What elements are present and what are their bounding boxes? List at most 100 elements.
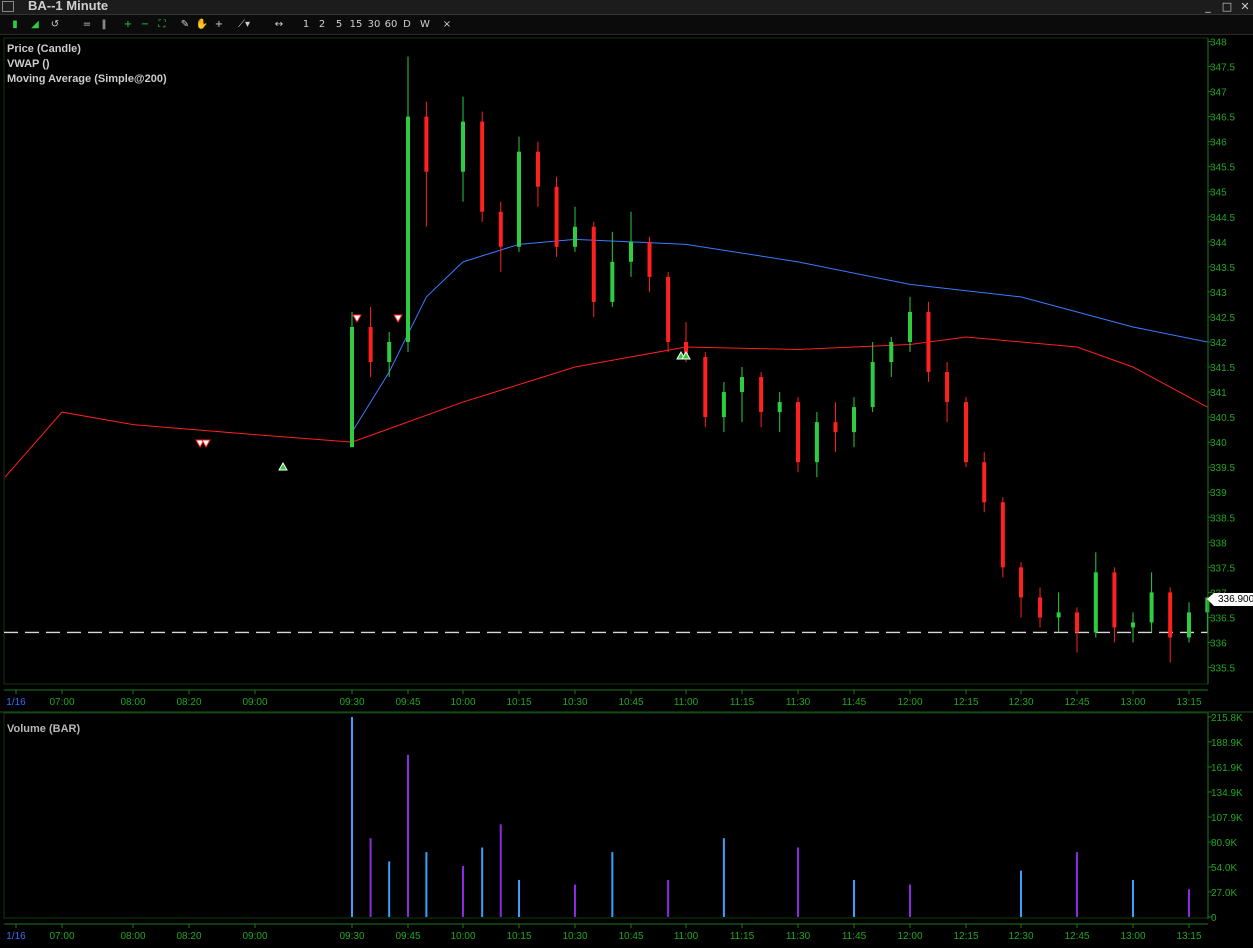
candle-body	[517, 151, 521, 247]
volume-xaxis-tick-label: 13:00	[1120, 931, 1145, 942]
volume-ytick-label: 134.9K	[1211, 788, 1243, 799]
candle-body	[1131, 622, 1135, 628]
volume-bar	[853, 879, 855, 917]
chart-canvas[interactable]: 348 347.5 347 346.5 346 345.5 345 344.5 344 343.5…	[0, 0, 1253, 948]
candle-body	[1149, 592, 1154, 623]
candle-body	[1187, 612, 1191, 638]
price-ytick-label: 341	[1210, 388, 1227, 399]
candle-body	[461, 121, 465, 172]
volume-xaxis-tick-label: 10:15	[506, 931, 531, 942]
price-ytick-label: 346.5	[1210, 113, 1235, 124]
volume-xaxis-tick-label: 12:30	[1008, 931, 1033, 942]
volume-ytick-label: 80.9K	[1211, 838, 1237, 849]
volume-xaxis-tick-label: 11:30	[786, 931, 811, 942]
candle-body	[424, 116, 429, 172]
candle-body	[610, 261, 615, 302]
candle-body	[1093, 572, 1098, 633]
candle-body	[1168, 592, 1173, 638]
candle-body	[740, 377, 744, 393]
price-ytick-label: 340	[1210, 438, 1227, 449]
volume-xaxis-tick-label: 13:15	[1176, 931, 1201, 942]
price-ytick-label: 344	[1210, 238, 1227, 249]
volume-xaxis-tick-label: 11:15	[730, 931, 755, 942]
volume-xaxis-tick-label: 08:20	[176, 931, 201, 942]
price-ytick-label: 344.5	[1210, 213, 1235, 224]
candle-body	[387, 341, 392, 363]
candle-body	[666, 276, 671, 342]
candle-body	[629, 241, 633, 262]
volume-bar	[425, 852, 428, 917]
candle-body	[759, 377, 764, 413]
candle-body	[852, 407, 856, 433]
volume-xaxis-tick-label: 10:30	[562, 931, 587, 942]
candle-body	[1000, 502, 1005, 568]
volume-xaxis-tick-label: 1/16	[6, 931, 26, 942]
sell-signal-marker	[393, 314, 403, 324]
volume-bar	[797, 847, 799, 917]
price-ytick-label: 345.5	[1210, 163, 1235, 174]
volume-bar	[1076, 852, 1078, 917]
volume-bar	[499, 824, 502, 917]
volume-xaxis-tick-label: 11:00	[674, 931, 699, 942]
volume-xaxis-tick-label: 12:00	[897, 931, 922, 942]
price-xaxis-tick-label: 12:30	[1008, 697, 1033, 708]
volume-bar	[1020, 870, 1022, 917]
volume-bar	[462, 866, 464, 917]
price-xaxis-tick-label: 10:15	[506, 697, 531, 708]
volume-bar	[481, 847, 484, 917]
price-xaxis-tick-label: 10:45	[618, 697, 643, 708]
price-ytick-label: 337.5	[1210, 563, 1235, 574]
volume-xaxis-tick-label: 10:00	[450, 931, 475, 942]
price-ytick-label: 342.5	[1210, 313, 1235, 324]
candle-body	[908, 311, 912, 342]
candle-body	[721, 392, 726, 418]
price-ytick-label: 345	[1210, 188, 1227, 199]
price-xaxis-tick-label: 13:15	[1176, 697, 1201, 708]
price-ytick-label: 335.5	[1210, 664, 1235, 675]
price-ytick-label: 339.5	[1210, 463, 1235, 474]
volume-ytick-label: 215.8K	[1211, 713, 1243, 724]
candle-body	[870, 362, 875, 408]
price-ytick-label: 342	[1210, 338, 1227, 349]
candle-body	[796, 402, 800, 463]
price-xaxis-tick-label: 08:20	[176, 697, 201, 708]
price-xaxis-tick-label: 11:45	[842, 697, 867, 708]
price-ytick-label: 340.5	[1210, 413, 1235, 424]
price-ytick-label: 346	[1210, 138, 1227, 149]
candle-body	[554, 186, 559, 247]
volume-xaxis-tick-label: 10:45	[618, 931, 643, 942]
price-xaxis-tick-label: 12:45	[1064, 697, 1089, 708]
price-xaxis-tick-label: 11:15	[730, 697, 755, 708]
legend-vwap: VWAP ()	[7, 58, 50, 70]
volume-ytick-label: 107.9K	[1211, 813, 1243, 824]
volume-xaxis-tick-label: 11:45	[842, 931, 867, 942]
volume-xaxis-tick-label: 09:00	[242, 931, 267, 942]
price-xaxis-tick-label: 11:30	[786, 697, 811, 708]
volume-bar	[369, 838, 372, 917]
candle-body	[926, 311, 931, 373]
volume-xaxis-tick-label: 09:30	[339, 931, 364, 942]
volume-xaxis-tick-label: 12:15	[953, 931, 978, 942]
candle-body	[889, 341, 894, 363]
volume-ytick-label: 27.0K	[1211, 888, 1237, 899]
price-xaxis-tick-label: 11:00	[674, 697, 699, 708]
candle-body	[480, 121, 485, 212]
volume-ytick-label: 54.0K	[1211, 863, 1237, 874]
candle-body	[814, 422, 819, 463]
volume-bar	[611, 852, 614, 917]
candle-body	[1112, 572, 1117, 628]
price-xaxis-tick-label: 09:00	[242, 697, 267, 708]
candle-body	[535, 151, 540, 187]
price-xaxis-tick-label: 1/16	[6, 697, 26, 708]
legend-moving-average: Moving Average (Simple@200)	[7, 73, 167, 85]
price-xaxis-tick-label: 10:00	[450, 697, 475, 708]
price-ytick-label: 347.5	[1210, 63, 1235, 74]
price-ytick-label: 348	[1210, 38, 1227, 49]
volume-bar	[909, 884, 911, 917]
price-xaxis-tick-label: 09:30	[339, 697, 364, 708]
price-ytick-label: 338	[1210, 538, 1227, 549]
price-xaxis-tick-label: 13:00	[1120, 697, 1145, 708]
candle-body	[368, 326, 373, 363]
candle-body	[573, 226, 577, 247]
candle-body	[350, 326, 354, 448]
